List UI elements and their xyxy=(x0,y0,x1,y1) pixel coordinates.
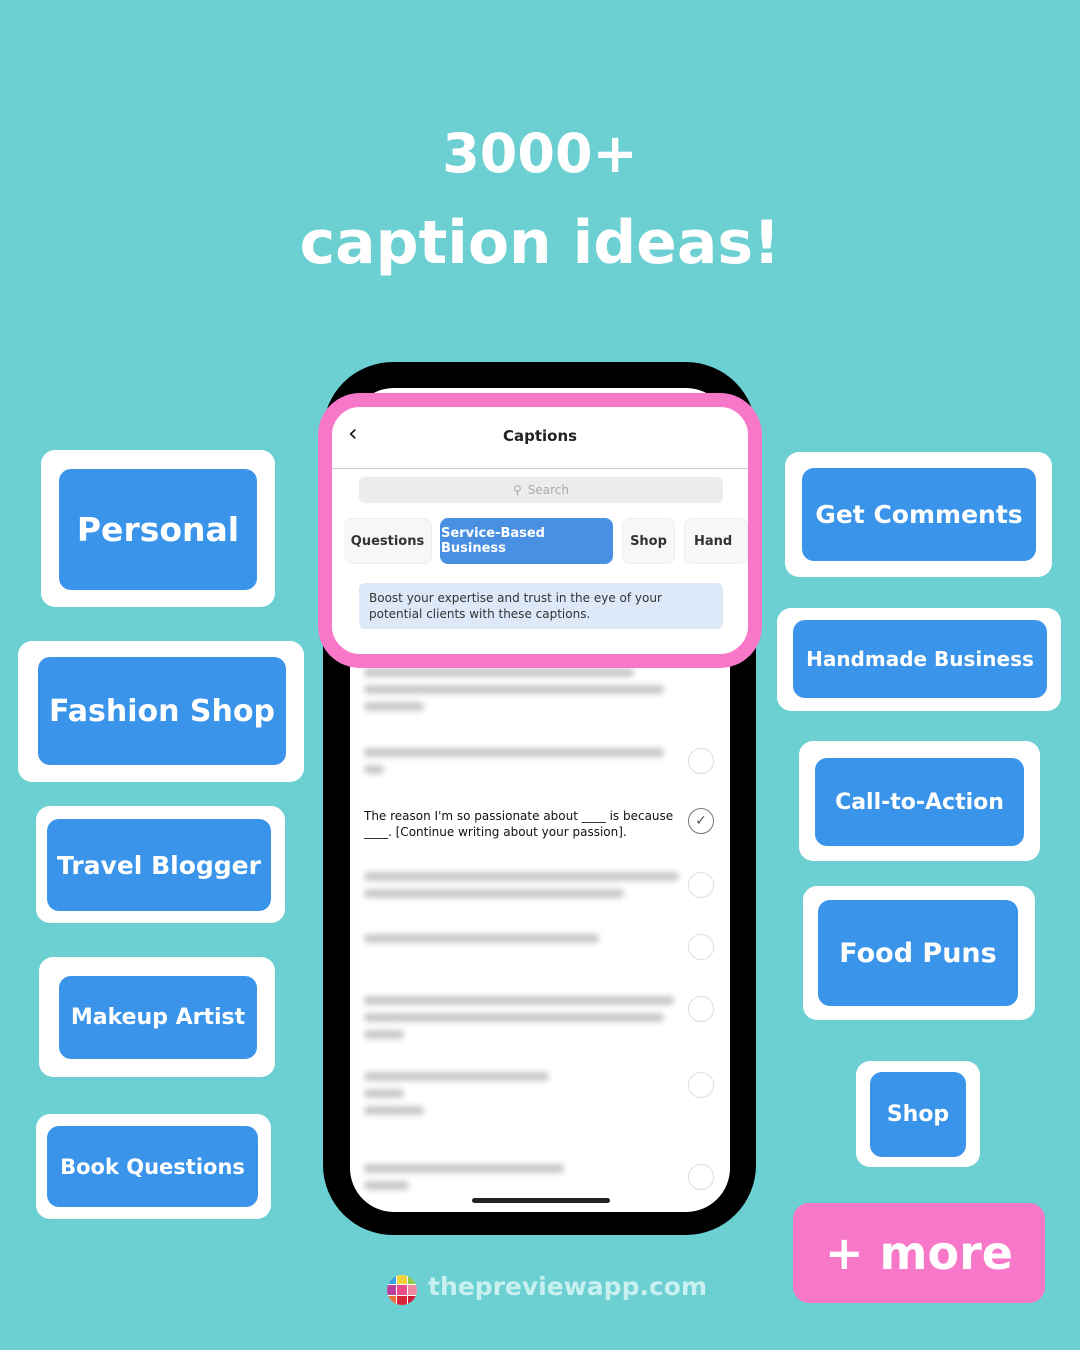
screen-title: Captions xyxy=(502,427,578,445)
list-item[interactable]: The reason I'm so passionate about ____ … xyxy=(364,808,714,840)
logo-icon xyxy=(387,1275,417,1305)
footer-site[interactable]: thepreviewapp.com xyxy=(428,1272,707,1301)
headline-line1: 3000+ xyxy=(442,122,638,185)
category-shop[interactable]: Shop xyxy=(870,1072,966,1157)
tab-hand[interactable]: Hand xyxy=(684,518,748,564)
list-item[interactable] xyxy=(364,1072,714,1123)
list-item[interactable] xyxy=(364,996,714,1047)
more-button[interactable]: + more xyxy=(793,1203,1045,1303)
tab-questions[interactable]: Questions xyxy=(344,518,432,564)
highlight-panel: ‹ Captions ⚲ Search Questions Service-Bas… xyxy=(318,393,762,668)
search-placeholder: Search xyxy=(527,483,570,497)
headline-line2: caption ideas! xyxy=(299,208,781,278)
category-fashion-shop[interactable]: Fashion Shop xyxy=(38,657,286,765)
search-input[interactable]: ⚲ Search xyxy=(359,477,723,503)
home-indicator xyxy=(472,1198,610,1203)
category-food-puns[interactable]: Food Puns xyxy=(818,900,1018,1006)
category-travel-blogger[interactable]: Travel Blogger xyxy=(47,819,271,911)
search-icon: ⚲ xyxy=(512,483,522,497)
tab-shop[interactable]: Shop xyxy=(622,518,675,564)
list-item[interactable] xyxy=(364,934,714,960)
category-call-to-action[interactable]: Call-to-Action xyxy=(815,758,1024,846)
category-description: Boost your expertise and trust in the ey… xyxy=(359,583,723,629)
category-personal[interactable]: Personal xyxy=(59,469,257,590)
list-item[interactable] xyxy=(364,748,714,782)
category-book-questions[interactable]: Book Questions xyxy=(47,1126,258,1207)
caption-text: The reason I'm so passionate about ____ … xyxy=(364,809,674,839)
category-makeup-artist[interactable]: Makeup Artist xyxy=(59,976,257,1059)
list-item[interactable] xyxy=(364,1164,714,1198)
tab-service-based-business[interactable]: Service-Based Business xyxy=(440,518,613,564)
check-icon[interactable]: ✓ xyxy=(688,808,714,834)
list-item[interactable] xyxy=(364,872,714,906)
category-get-comments[interactable]: Get Comments xyxy=(802,468,1036,561)
category-handmade-business[interactable]: Handmade Business xyxy=(793,620,1047,698)
